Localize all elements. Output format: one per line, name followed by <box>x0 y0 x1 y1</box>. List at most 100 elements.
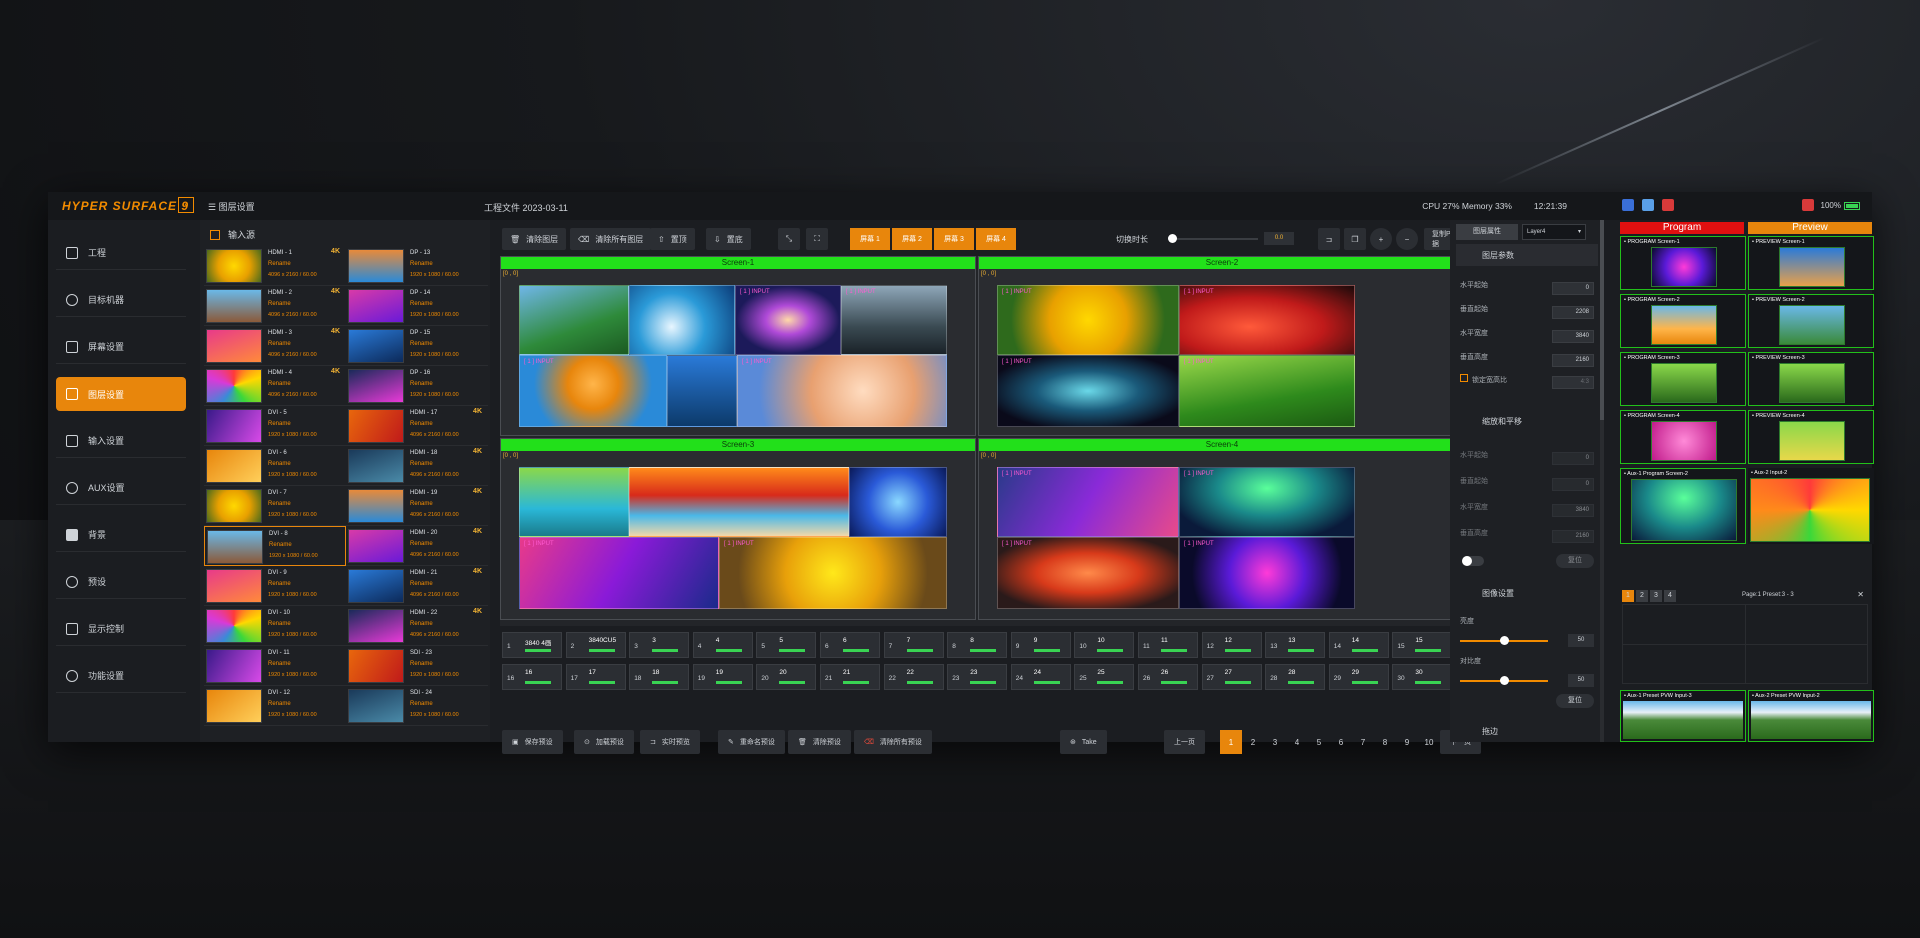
source-rename[interactable]: Rename <box>410 621 433 627</box>
contrast-value[interactable]: 50 <box>1568 674 1594 687</box>
preset-slot[interactable]: 19 19 <box>692 664 753 690</box>
slider-handle[interactable] <box>1500 676 1509 685</box>
device-icon[interactable] <box>1802 199 1814 211</box>
program-monitor[interactable]: • PROGRAM Screen-4 <box>1620 410 1746 464</box>
page-button[interactable]: 7 <box>1352 730 1374 754</box>
slider-handle[interactable] <box>1168 234 1177 243</box>
fit-icon[interactable]: ⛶ <box>806 228 828 250</box>
lock-ratio-value[interactable]: 4:3 <box>1552 376 1594 389</box>
zoom-v-height-input[interactable]: 2160 <box>1552 530 1594 543</box>
unlock-icon[interactable]: ⊐ <box>1318 228 1340 250</box>
input-source-item[interactable]: DVI - 8 Rename 1920 x 1080 / 60.00 <box>204 526 346 566</box>
shrink-icon[interactable]: ⤡ <box>778 228 800 250</box>
layer-7[interactable]: [ 1 ] INPUT <box>737 355 947 427</box>
input-source-item[interactable]: DP - 13 Rename 1920 x 1080 / 60.00 <box>346 246 488 286</box>
layer-11[interactable]: [ 1 ] INPUT <box>1179 355 1355 427</box>
preset-slot[interactable]: 24 24 <box>1010 664 1071 690</box>
input-source-item[interactable]: DVI - 11 Rename 1920 x 1080 / 60.00 <box>204 646 346 686</box>
network-icon[interactable] <box>1642 199 1654 211</box>
layer-select[interactable]: Layer4 ▾ <box>1522 224 1586 240</box>
layer-20[interactable]: [ 1 ] INPUT <box>1179 537 1355 609</box>
source-rename[interactable]: Rename <box>268 661 291 667</box>
preset-slot[interactable]: 29 29 <box>1328 664 1389 690</box>
preset-slot[interactable]: 66 <box>820 632 880 658</box>
sidebar-item-target[interactable]: 目标机器 <box>56 283 186 317</box>
screen-1[interactable]: Screen-1 [0 , 0] [ 1 ] INPUT [ 1 ] INPUT … <box>500 256 976 436</box>
preset-slot[interactable]: 26 26 <box>1138 664 1198 690</box>
preset-slot[interactable]: 20 20 <box>756 664 817 690</box>
source-rename[interactable]: Rename <box>269 542 292 548</box>
source-rename[interactable]: Rename <box>268 261 291 267</box>
source-rename[interactable]: Rename <box>410 301 433 307</box>
clear-all-presets-button[interactable]: ⌫ 清除所有预设 <box>854 730 932 754</box>
preset-slot[interactable]: 30 30 <box>1392 664 1453 690</box>
aux-1-preset-monitor[interactable]: • Aux-1 Preset PVW Input-3 <box>1620 690 1746 742</box>
source-rename[interactable]: Rename <box>268 301 291 307</box>
image-reset-button[interactable]: 复位 <box>1556 694 1594 708</box>
section-layer-params[interactable]: 图层参数 <box>1456 244 1598 266</box>
input-source-item[interactable]: DVI - 12 Rename 1920 x 1080 / 60.00 <box>204 686 346 726</box>
source-rename[interactable]: Rename <box>268 621 291 627</box>
layer-15[interactable]: [ 1 ] INPUT <box>519 537 719 609</box>
layer-4[interactable]: [ 1 ] INPUT <box>841 285 947 355</box>
input-source-item[interactable]: HDMI - 21 Rename 4096 x 2160 / 60.00 4K <box>346 566 488 606</box>
input-source-item[interactable]: HDMI - 2 Rename 4096 x 2160 / 60.00 4K <box>204 286 346 326</box>
close-icon[interactable]: ✕ <box>1857 590 1864 599</box>
v-start-input[interactable]: 2208 <box>1552 306 1594 319</box>
source-rename[interactable]: Rename <box>268 381 291 387</box>
preset-slot[interactable]: 33 <box>629 632 690 658</box>
brightness-value[interactable]: 50 <box>1568 634 1594 647</box>
input-source-item[interactable]: DVI - 9 Rename 1920 x 1080 / 60.00 <box>204 566 346 606</box>
preset-slot[interactable]: 2 3840CU5 <box>565 632 626 658</box>
section-zoom-pan[interactable]: 缩放和平移 <box>1456 410 1598 432</box>
aux-layout-grid[interactable] <box>1622 604 1868 684</box>
input-source-item[interactable]: DVI - 7 Rename 1920 x 1080 / 60.00 <box>204 486 346 526</box>
screen-3[interactable]: Screen-3 [0 , 0] [ 1 ] INPUT [ 1 ] INPUT <box>500 438 976 620</box>
sidebar-item-preset[interactable]: 预设 <box>56 565 186 599</box>
layer-3[interactable]: [ 1 ] INPUT <box>735 285 841 355</box>
program-monitor[interactable]: • PROGRAM Screen-3 <box>1620 352 1746 406</box>
sidebar-item-background[interactable]: 背景 <box>56 518 186 552</box>
program-monitor[interactable]: • Aux-1 Program Screen-2 <box>1620 468 1746 544</box>
preset-slot[interactable]: 11 11 <box>1138 632 1198 658</box>
copy-icon[interactable]: ❐ <box>1344 228 1366 250</box>
sidebar-item-aux[interactable]: AUX设置 <box>56 471 186 505</box>
section-image-settings[interactable]: 图像设置 <box>1456 582 1598 604</box>
page-button[interactable]: 6 <box>1330 730 1352 754</box>
layer-10[interactable]: [ 1 ] INPUT <box>997 355 1179 427</box>
slider-handle[interactable] <box>1500 636 1509 645</box>
calendar-icon[interactable] <box>1662 199 1674 211</box>
preset-slot[interactable]: 44 <box>692 632 753 658</box>
preset-slot[interactable]: 21 21 <box>820 664 880 690</box>
save-icon[interactable] <box>1622 199 1634 211</box>
source-rename[interactable]: Rename <box>410 461 433 467</box>
input-source-item[interactable]: DP - 14 Rename 1920 x 1080 / 60.00 <box>346 286 488 326</box>
page-button[interactable]: 3 <box>1264 730 1286 754</box>
prev-page-button[interactable]: 上一页 <box>1164 730 1205 754</box>
zoom-h-start-input[interactable]: 0 <box>1552 452 1594 465</box>
page-button[interactable]: 5 <box>1308 730 1330 754</box>
preset-slot[interactable]: 1 3840 4画 <box>502 632 562 658</box>
page-button[interactable]: 8 <box>1374 730 1396 754</box>
program-monitor[interactable]: • PROGRAM Screen-1 <box>1620 236 1746 290</box>
take-button[interactable]: ⊛ Take <box>1060 730 1107 754</box>
layer-6[interactable] <box>667 355 737 427</box>
layer-14[interactable] <box>849 467 947 537</box>
aux-tab[interactable]: 2 <box>1636 590 1648 602</box>
page-button[interactable]: 4 <box>1286 730 1308 754</box>
preset-slot[interactable]: 13 13 <box>1265 632 1326 658</box>
sidebar-item-screen[interactable]: 屏幕设置 <box>56 330 186 364</box>
clear-preset-button[interactable]: 🗑 清除预设 <box>788 730 851 754</box>
layer-16[interactable]: [ 1 ] INPUT <box>719 537 947 609</box>
preview-monitor[interactable]: • PREVIEW Screen-3 <box>1748 352 1874 406</box>
preset-slot[interactable]: 55 <box>756 632 817 658</box>
source-rename[interactable]: Rename <box>410 381 433 387</box>
page-button[interactable]: 1 <box>1220 730 1242 754</box>
bring-to-top-button[interactable]: ⇧ 置顶 <box>650 228 695 250</box>
layer-13[interactable] <box>629 467 849 537</box>
source-rename[interactable]: Rename <box>268 581 291 587</box>
input-source-item[interactable]: DVI - 6 Rename 1920 x 1080 / 60.00 <box>204 446 346 486</box>
input-source-item[interactable]: DP - 16 Rename 1920 x 1080 / 60.00 <box>346 366 488 406</box>
screen-tab-1[interactable]: 屏幕 1 <box>850 228 890 250</box>
input-source-item[interactable]: DVI - 5 Rename 1920 x 1080 / 60.00 <box>204 406 346 446</box>
